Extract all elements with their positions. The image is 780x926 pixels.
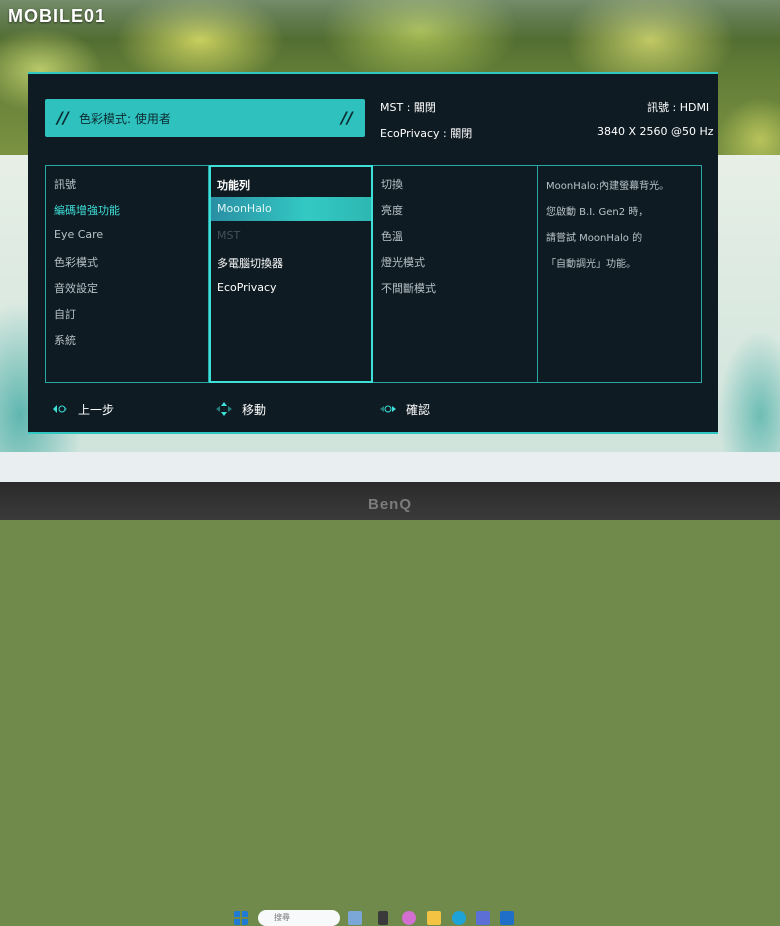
menu-item-eye-care[interactable]: Eye Care xyxy=(54,228,103,241)
submenu-item-toolbar[interactable]: 功能列 xyxy=(217,177,250,193)
input-signal-status: 訊號 : HDMI xyxy=(647,101,710,114)
sky-backdrop xyxy=(0,0,780,40)
search-placeholder: 搜尋 xyxy=(274,913,290,922)
option-brightness[interactable]: 亮度 xyxy=(381,202,403,218)
start-icon[interactable] xyxy=(234,911,248,925)
move-nav-icon[interactable] xyxy=(216,402,232,416)
description-line: 請嘗試 MoonHalo 的 xyxy=(546,233,643,244)
monitor-logo: BenQ xyxy=(367,496,412,513)
option-color-temp[interactable]: 色溫 xyxy=(381,228,403,244)
back-label[interactable]: 上一步 xyxy=(78,401,114,418)
taskbar: 搜尋 xyxy=(0,452,780,926)
menu-item-system[interactable]: 系統 xyxy=(54,332,76,348)
edge-icon[interactable] xyxy=(452,911,466,925)
move-label[interactable]: 移動 xyxy=(242,401,266,418)
option-light-mode[interactable]: 燈光模式 xyxy=(381,254,425,270)
submenu-item-moonhalo[interactable]: MoonHalo xyxy=(217,202,272,215)
color-mode-label: 色彩模式: 使用者 xyxy=(79,112,171,126)
slash-left-icon: // xyxy=(57,108,69,127)
slash-right-icon: // xyxy=(341,108,353,127)
menu-item-color-mode[interactable]: 色彩模式 xyxy=(54,254,98,270)
option-toggle[interactable]: 切換 xyxy=(381,176,403,192)
description-line: MoonHalo:內建螢幕背光。 xyxy=(546,181,670,192)
store-icon[interactable] xyxy=(476,911,490,925)
confirm-label[interactable]: 確認 xyxy=(406,401,430,418)
submenu-item-kvm-switch[interactable]: 多電腦切換器 xyxy=(217,255,283,271)
menu-item-signal[interactable]: 訊號 xyxy=(54,176,76,192)
option-continuous-mode[interactable]: 不間斷模式 xyxy=(381,280,436,296)
watermark: MOBILE01 xyxy=(8,6,107,26)
osd-panel: // 色彩模式: 使用者 // MST : 關閉 EcoPrivacy : 關閉… xyxy=(28,72,718,434)
menu-item-audio[interactable]: 音效設定 xyxy=(54,280,98,296)
menu-item-custom[interactable]: 自訂 xyxy=(54,306,76,322)
sub-menu: 功能列 MoonHalo MST 多電腦切換器 EcoPrivacy xyxy=(209,165,373,383)
back-nav-icon[interactable] xyxy=(52,402,68,416)
submenu-item-ecoprivacy[interactable]: EcoPrivacy xyxy=(217,281,277,294)
submenu-selection-highlight[interactable]: MoonHalo xyxy=(211,197,371,221)
mst-status: MST : 關閉 xyxy=(380,101,436,114)
task-view-icon[interactable] xyxy=(378,911,388,925)
ecoprivacy-status: EcoPrivacy : 關閉 xyxy=(380,127,473,140)
submenu-item-mst: MST xyxy=(217,229,241,242)
options-menu: 切換 亮度 色溫 燈光模式 不間斷模式 xyxy=(373,166,538,382)
color-mode-banner: // 色彩模式: 使用者 // xyxy=(45,99,365,137)
main-menu: 訊號 編碼增強功能 Eye Care 色彩模式 音效設定 自訂 系統 xyxy=(46,166,209,382)
file-explorer-icon[interactable] xyxy=(427,911,441,925)
description-panel: MoonHalo:內建螢幕背光。 您啟動 B.I. Gen2 時， 請嘗試 Mo… xyxy=(538,166,701,382)
copilot-icon[interactable] xyxy=(402,911,416,925)
description-line: 您啟動 B.I. Gen2 時， xyxy=(546,207,649,218)
menu-item-enhancements[interactable]: 編碼增強功能 xyxy=(54,202,120,218)
description-line: 「自動調光」功能。 xyxy=(546,259,636,270)
outlook-icon[interactable] xyxy=(500,911,514,925)
menu-grid: 訊號 編碼增強功能 Eye Care 色彩模式 音效設定 自訂 系統 功能列 M… xyxy=(45,165,702,383)
resolution-status: 3840 X 2560 @50 Hz xyxy=(597,125,714,138)
taskbar-search-input[interactable]: 搜尋 xyxy=(258,910,340,926)
confirm-nav-icon[interactable] xyxy=(380,402,396,416)
widgets-icon[interactable] xyxy=(348,911,362,925)
